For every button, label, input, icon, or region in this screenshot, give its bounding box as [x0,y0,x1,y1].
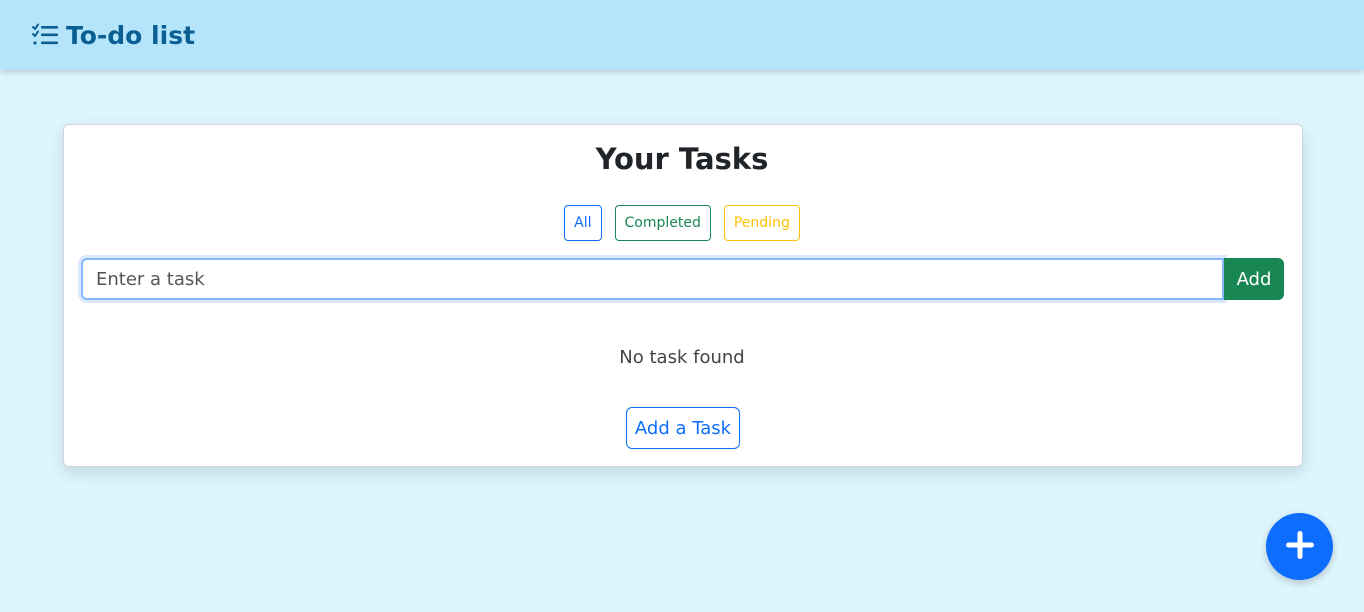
task-input-group: Add [81,258,1284,300]
filter-pending-button[interactable]: Pending [723,205,800,241]
brand-link[interactable]: To-do list [32,21,195,50]
plus-icon [1285,530,1315,563]
filter-all-button[interactable]: All [564,205,602,241]
add-button[interactable]: Add [1224,258,1284,300]
checklist-icon [32,23,60,47]
task-input[interactable] [81,258,1224,300]
navbar: To-do list [0,0,1364,70]
floating-add-button[interactable] [1266,513,1333,580]
page-title: Your Tasks [595,142,769,176]
filter-group: All Completed Pending [0,205,1364,241]
add-a-task-button[interactable]: Add a Task [626,407,740,449]
filter-completed-button[interactable]: Completed [614,205,711,241]
brand-label: To-do list [66,20,196,50]
empty-state-message: No task found [619,347,745,368]
